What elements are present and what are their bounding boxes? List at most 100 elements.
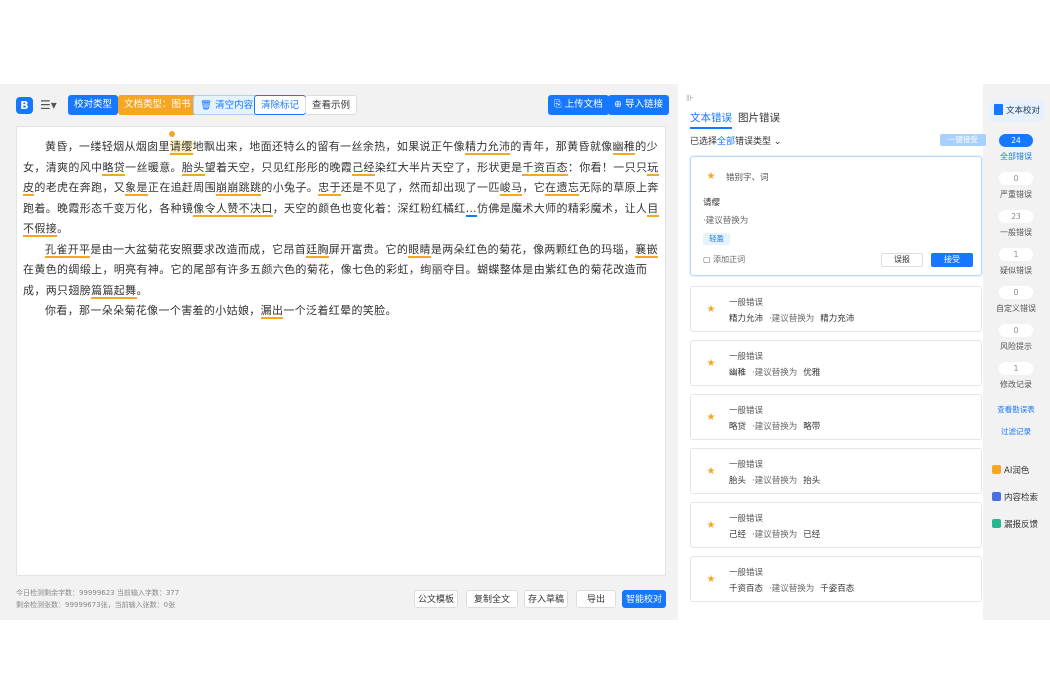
proofread-type-button[interactable]: 校对类型: [68, 95, 119, 115]
report-feedback-label: 漏报反馈: [1004, 520, 1039, 530]
text-segment: 。: [136, 283, 148, 297]
error-highlight[interactable]: 幽稚: [612, 140, 636, 155]
editor-paragraph[interactable]: 孔雀开平是由一大盆菊花安照要求改造而成，它昂首廷胸屏开富贵。它的眼睛是两朵红色的…: [23, 240, 659, 302]
text-segment: 一个泛着红晕的笑脸。: [283, 304, 397, 317]
error-highlight[interactable]: 漏出: [260, 304, 284, 319]
view-example-button[interactable]: 查看示例: [305, 95, 358, 115]
collapse-icon[interactable]: ⊪: [686, 94, 694, 104]
editor-paragraph[interactable]: 黄昏，一缕轻烟从烟囱里请缨地飘出来，地面还特么的留有一丝余热，如果说正午像精力允…: [23, 137, 659, 240]
error-card-active[interactable]: ★ 错别字、词 请缨 ·建议替换为 轻盈 ▢ 添加正词 误报 接受: [690, 156, 982, 276]
error-count-label[interactable]: 自定义错误: [986, 303, 1046, 314]
misreport-button[interactable]: 误报: [881, 253, 923, 267]
accept-all-button[interactable]: 一键接受: [940, 134, 986, 146]
error-highlight[interactable]: 忠于: [318, 181, 341, 196]
doc-type-button[interactable]: 文档类型：图书: [118, 95, 197, 115]
error-highlight[interactable]: 襄嵌: [635, 242, 658, 258]
error-type-filter[interactable]: 已选择全部错误类型 ⌄: [690, 134, 781, 147]
error-card[interactable]: ★ 一般错误 略贷 ·建议替换为 略带: [690, 394, 982, 440]
editor-text[interactable]: 黄昏，一缕轻烟从烟囱里请缨地飘出来，地面还特么的留有一丝余热，如果说正午像精力允…: [23, 131, 659, 322]
ai-polish-button[interactable]: AI润色: [992, 464, 1029, 476]
text-segment: 地飘出来，地面还特么的留有一丝余热，如果说正午像: [192, 140, 465, 153]
tab-image-errors[interactable]: 图片错误: [738, 110, 780, 125]
image-count-stat: 剩余检测张数：99999673张，当前输入张数：0张: [16, 601, 176, 609]
error-highlight[interactable]: 崩崩跳跳: [215, 181, 262, 196]
star-icon: ★: [706, 171, 716, 182]
suggestion-word: 精力充沛: [820, 314, 855, 324]
error-category: 一般错误: [729, 514, 764, 524]
error-card[interactable]: ★ 一般错误 精力允沛 ·建议替换为 精力充沛: [690, 286, 982, 332]
error-highlight[interactable]: 己经: [352, 160, 375, 176]
error-count-badge[interactable]: 0: [999, 286, 1033, 299]
error-highlight[interactable]: 像令人赞不决口: [193, 201, 273, 217]
clear-content-button[interactable]: 🗑 清空内容: [193, 95, 261, 115]
editor-textarea[interactable]: 黄昏，一缕轻烟从烟囱里请缨地飘出来，地面还特么的留有一丝余热，如果说正午像精力允…: [16, 126, 666, 576]
text-segment: ，天空的颜色也变化着：深红粉红橘红: [272, 201, 466, 215]
error-detail: 幽稚 ·建议替换为 优雅: [729, 366, 820, 378]
error-count-label[interactable]: 风险提示: [986, 341, 1046, 352]
text-segment: 染红大半片天空了，形状更是: [374, 160, 523, 174]
error-count-label[interactable]: 全部错误: [986, 151, 1046, 162]
error-count-label[interactable]: 修改记录: [986, 379, 1046, 390]
error-highlight[interactable]: 精力允沛: [464, 140, 511, 155]
menu-icon[interactable]: ☰▾: [40, 97, 62, 114]
export-button[interactable]: 导出: [576, 590, 616, 608]
tab-text-errors[interactable]: 文本错误: [690, 110, 732, 129]
error-highlight[interactable]: 孔雀开平: [45, 242, 91, 258]
results-panel: ⊪ 文本错误 图片错误 已选择全部错误类型 ⌄ 一键接受 ★ 错别字、词 请缨 …: [678, 84, 986, 620]
error-count-badge[interactable]: 1: [999, 362, 1033, 375]
suggestion-hint: ·建议替换为: [769, 584, 815, 594]
star-icon: ★: [706, 574, 716, 585]
add-word-icon: ▢: [703, 255, 714, 264]
report-feedback-button[interactable]: 漏报反馈: [992, 518, 1038, 530]
star-icon: ★: [706, 304, 716, 315]
smart-proofread-button[interactable]: 智能校对: [622, 590, 666, 608]
clear-marks-button[interactable]: 清除标记: [254, 95, 307, 115]
add-word-button[interactable]: ▢ 添加正词: [703, 254, 745, 265]
star-icon: ★: [706, 520, 716, 531]
error-word: 千资百态: [729, 584, 764, 594]
star-icon: ★: [706, 412, 716, 423]
error-count-badge[interactable]: 0: [999, 172, 1033, 185]
filter-suffix: 错误类型: [735, 137, 772, 147]
error-count-label[interactable]: 疑似错误: [986, 265, 1046, 276]
error-highlight[interactable]: …: [465, 201, 478, 217]
view-proofread-table-link[interactable]: 查看勘误表: [986, 404, 1046, 415]
error-count-badge[interactable]: 24: [999, 134, 1033, 147]
error-count-badge[interactable]: 0: [999, 324, 1033, 337]
editor-paragraph[interactable]: 你看，那一朵朵菊花像一个害羞的小姑娘，漏出一个泛着红晕的笑脸。: [23, 301, 659, 322]
error-highlight[interactable]: 略贷: [102, 160, 126, 176]
accept-button[interactable]: 接受: [931, 253, 973, 267]
text-proofread-label: 文本校对: [1006, 106, 1041, 116]
error-highlight[interactable]: 篇篇起舞: [91, 283, 137, 299]
error-card[interactable]: ★ 一般错误 千资百态 ·建议替换为 千姿百态: [690, 556, 982, 602]
error-highlight[interactable]: 请缨: [169, 140, 193, 155]
star-icon: ★: [706, 466, 716, 477]
error-highlight[interactable]: 胎头: [181, 160, 205, 176]
content-search-button[interactable]: 内容检索: [992, 491, 1038, 503]
error-highlight[interactable]: 峻马: [499, 181, 523, 196]
error-highlight[interactable]: 在遗忘: [545, 181, 580, 196]
error-highlight[interactable]: 眼睛: [408, 242, 431, 258]
error-count-badge[interactable]: 23: [999, 210, 1033, 223]
error-highlight[interactable]: 象是: [125, 181, 148, 196]
error-card[interactable]: ★ 一般错误 幽稚 ·建议替换为 优雅: [690, 340, 982, 386]
error-card[interactable]: ★ 一般错误 胎头 ·建议替换为 抬头: [690, 448, 982, 494]
save-draft-button[interactable]: 存入草稿: [524, 590, 568, 608]
copy-all-button[interactable]: 复制全文: [466, 590, 518, 608]
text-segment: 一丝暖意。: [125, 160, 182, 174]
error-highlight[interactable]: 千资百态: [522, 160, 568, 176]
filter-records-link[interactable]: 过滤记录: [986, 426, 1046, 437]
error-count-label[interactable]: 一般错误: [986, 227, 1046, 238]
error-count-label[interactable]: 严重错误: [986, 189, 1046, 200]
upload-doc-button[interactable]: ⎘ 上传文档: [548, 95, 609, 115]
error-count-badge[interactable]: 1: [999, 248, 1033, 261]
error-word: 请缨: [703, 198, 721, 208]
template-button[interactable]: 公文模板: [414, 590, 458, 608]
ai-icon: [992, 465, 1001, 474]
import-link-button[interactable]: ⊕ 导入链接: [608, 95, 669, 115]
suggestion-tag[interactable]: 轻盈: [703, 233, 730, 245]
text-proofread-nav[interactable]: 文本校对: [990, 100, 1044, 122]
error-highlight[interactable]: 廷胸: [306, 242, 329, 258]
error-card[interactable]: ★ 一般错误 己经 ·建议替换为 已经: [690, 502, 982, 548]
editor-footer: 今日检测剩余字数：99999623 当前输入字数：377 剩余检测张数：9999…: [16, 588, 666, 618]
